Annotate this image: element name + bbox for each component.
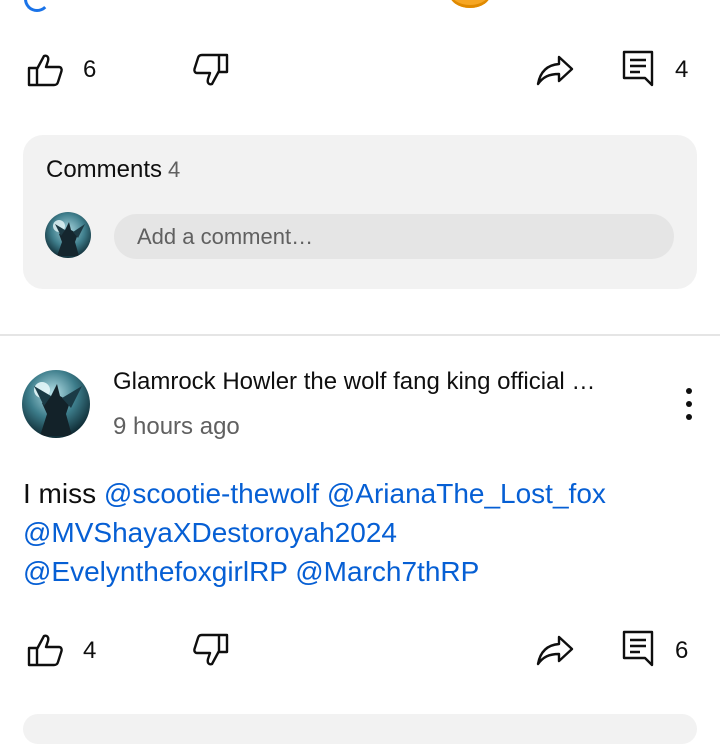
comment-like-count: 4 <box>83 637 97 664</box>
partial-next-card <box>23 714 697 744</box>
section-divider <box>0 334 720 336</box>
post-action-bar: 6 4 <box>0 40 720 100</box>
thumb-up-icon[interactable] <box>26 632 64 668</box>
post-comment-count: 4 <box>675 56 689 83</box>
mention-link[interactable]: @ArianaThe_Lost_fox <box>327 478 606 509</box>
thumb-up-icon[interactable] <box>26 52 64 88</box>
comment-text: I miss @scootie-thewolf @ArianaThe_Lost_… <box>23 474 703 591</box>
comments-title: Comments <box>46 156 163 183</box>
post-like-count: 6 <box>83 56 97 83</box>
mention-link[interactable]: @EvelynthefoxgirlRP <box>23 556 287 587</box>
comment-author-avatar[interactable] <box>22 370 90 438</box>
share-icon[interactable] <box>535 54 575 86</box>
comment-timestamp: 9 hours ago <box>113 413 240 440</box>
add-comment-input[interactable]: Add a comment… <box>114 214 674 259</box>
user-avatar <box>45 212 91 258</box>
thumb-down-icon[interactable] <box>192 52 230 88</box>
share-icon[interactable] <box>535 634 575 666</box>
comments-card[interactable]: Comments 4 Add a comment… <box>23 135 697 289</box>
comment-author-name[interactable]: Glamrock Howler the wolf fang king offic… <box>113 368 643 396</box>
comment-icon[interactable] <box>621 629 655 667</box>
comment-text-prefix: I miss <box>23 478 104 509</box>
comments-count: 4 <box>168 157 181 182</box>
thumb-down-icon[interactable] <box>192 632 230 668</box>
comment-icon[interactable] <box>621 49 655 87</box>
comment-reply-count: 6 <box>675 637 689 664</box>
mention-link[interactable]: @MVShayaXDestoroyah2024 <box>23 517 397 548</box>
mention-link[interactable]: @March7thRP <box>295 556 479 587</box>
partial-link-icon <box>24 0 50 12</box>
comment-action-bar: 4 6 <box>0 620 720 680</box>
comments-header: Comments 4 <box>46 156 180 184</box>
mention-link[interactable]: @scootie-thewolf <box>104 478 319 509</box>
add-comment-placeholder: Add a comment… <box>137 224 314 249</box>
partial-emoji <box>449 0 491 8</box>
more-vert-icon[interactable] <box>674 384 704 424</box>
